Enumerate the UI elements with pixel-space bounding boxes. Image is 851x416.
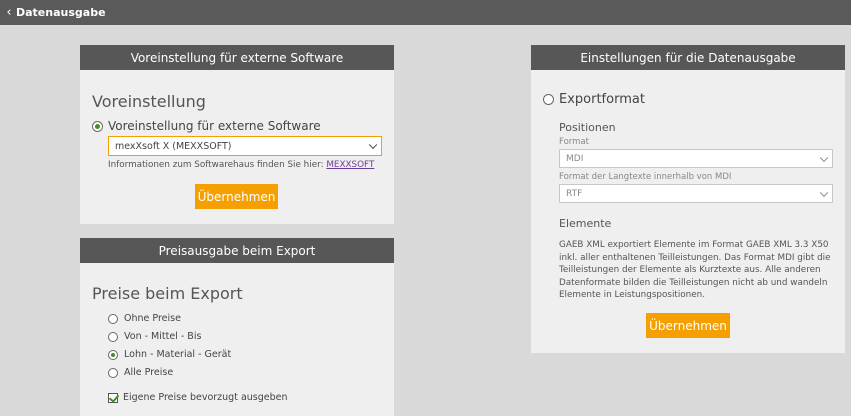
preset-panel-header: Voreinstellung für externe Software bbox=[80, 45, 394, 70]
preset-section-title: Voreinstellung bbox=[92, 92, 206, 111]
chevron-down-icon bbox=[819, 188, 829, 197]
software-info-link[interactable]: MEXXSOFT bbox=[326, 160, 374, 170]
price-option-radio[interactable] bbox=[108, 349, 118, 360]
export-format-label: Exportformat bbox=[559, 92, 645, 107]
export-format-radio[interactable] bbox=[543, 94, 554, 105]
price-section-title: Preise beim Export bbox=[92, 284, 243, 303]
preset-apply-button[interactable]: Übernehmen bbox=[195, 184, 278, 209]
own-prices-label: Eigene Preise bevorzugt ausgeben bbox=[123, 392, 288, 403]
own-prices-checkbox[interactable] bbox=[108, 392, 118, 403]
format-select-value: MDI bbox=[566, 153, 584, 164]
price-option-radio[interactable] bbox=[108, 313, 118, 324]
preset-panel: Voreinstellung für externe Software Vore… bbox=[80, 45, 394, 224]
export-apply-button[interactable]: Übernehmen bbox=[646, 313, 730, 338]
price-option-label: Lohn - Material - Gerät bbox=[124, 349, 232, 360]
longtext-format-label: Format der Langtexte innerhalb von MDI bbox=[559, 172, 732, 182]
price-option-radio[interactable] bbox=[108, 367, 118, 378]
software-info-text: Informationen zum Softwarehaus finden Si… bbox=[108, 160, 324, 170]
format-select[interactable]: MDI bbox=[559, 149, 833, 168]
price-option-wage-material-device[interactable]: Lohn - Material - Gerät bbox=[108, 349, 231, 360]
software-select-value: mexXsoft X (MEXXSOFT) bbox=[115, 140, 232, 152]
software-info: Informationen zum Softwarehaus finden Si… bbox=[108, 160, 374, 170]
positions-title: Positionen bbox=[559, 121, 616, 134]
software-select[interactable]: mexXsoft X (MEXXSOFT) bbox=[108, 136, 382, 156]
price-option-label: Von - Mittel - Bis bbox=[124, 331, 202, 342]
longtext-format-value: RTF bbox=[566, 188, 583, 199]
price-option-all[interactable]: Alle Preise bbox=[108, 367, 173, 378]
preset-radio-label: Voreinstellung für externe Software bbox=[108, 119, 321, 133]
page-title: Datenausgabe bbox=[16, 6, 106, 19]
format-label: Format bbox=[559, 137, 589, 147]
export-panel: Einstellungen für die Datenausgabe Expor… bbox=[531, 45, 845, 353]
longtext-format-select[interactable]: RTF bbox=[559, 184, 833, 203]
chevron-down-icon bbox=[368, 140, 378, 150]
top-bar: ‹ Datenausgabe bbox=[0, 0, 851, 25]
export-format-radio-option[interactable]: Exportformat bbox=[543, 92, 645, 107]
preset-radio-option[interactable]: Voreinstellung für externe Software bbox=[92, 119, 321, 133]
price-option-label: Ohne Preise bbox=[124, 313, 181, 324]
chevron-down-icon bbox=[819, 153, 829, 162]
price-option-none[interactable]: Ohne Preise bbox=[108, 313, 181, 324]
price-option-label: Alle Preise bbox=[124, 367, 174, 378]
export-panel-header: Einstellungen für die Datenausgabe bbox=[531, 45, 845, 70]
price-option-radio[interactable] bbox=[108, 331, 118, 342]
elements-title: Elemente bbox=[559, 217, 612, 230]
price-panel-header: Preisausgabe beim Export bbox=[80, 238, 394, 263]
own-prices-checkbox-option[interactable]: Eigene Preise bevorzugt ausgeben bbox=[108, 392, 288, 403]
price-option-range[interactable]: Von - Mittel - Bis bbox=[108, 331, 201, 342]
price-panel: Preisausgabe beim Export Preise beim Exp… bbox=[80, 238, 394, 416]
chevron-left-icon[interactable]: ‹ bbox=[2, 0, 16, 25]
elements-description: GAEB XML exportiert Elemente im Format G… bbox=[559, 240, 831, 300]
preset-radio[interactable] bbox=[92, 120, 103, 132]
